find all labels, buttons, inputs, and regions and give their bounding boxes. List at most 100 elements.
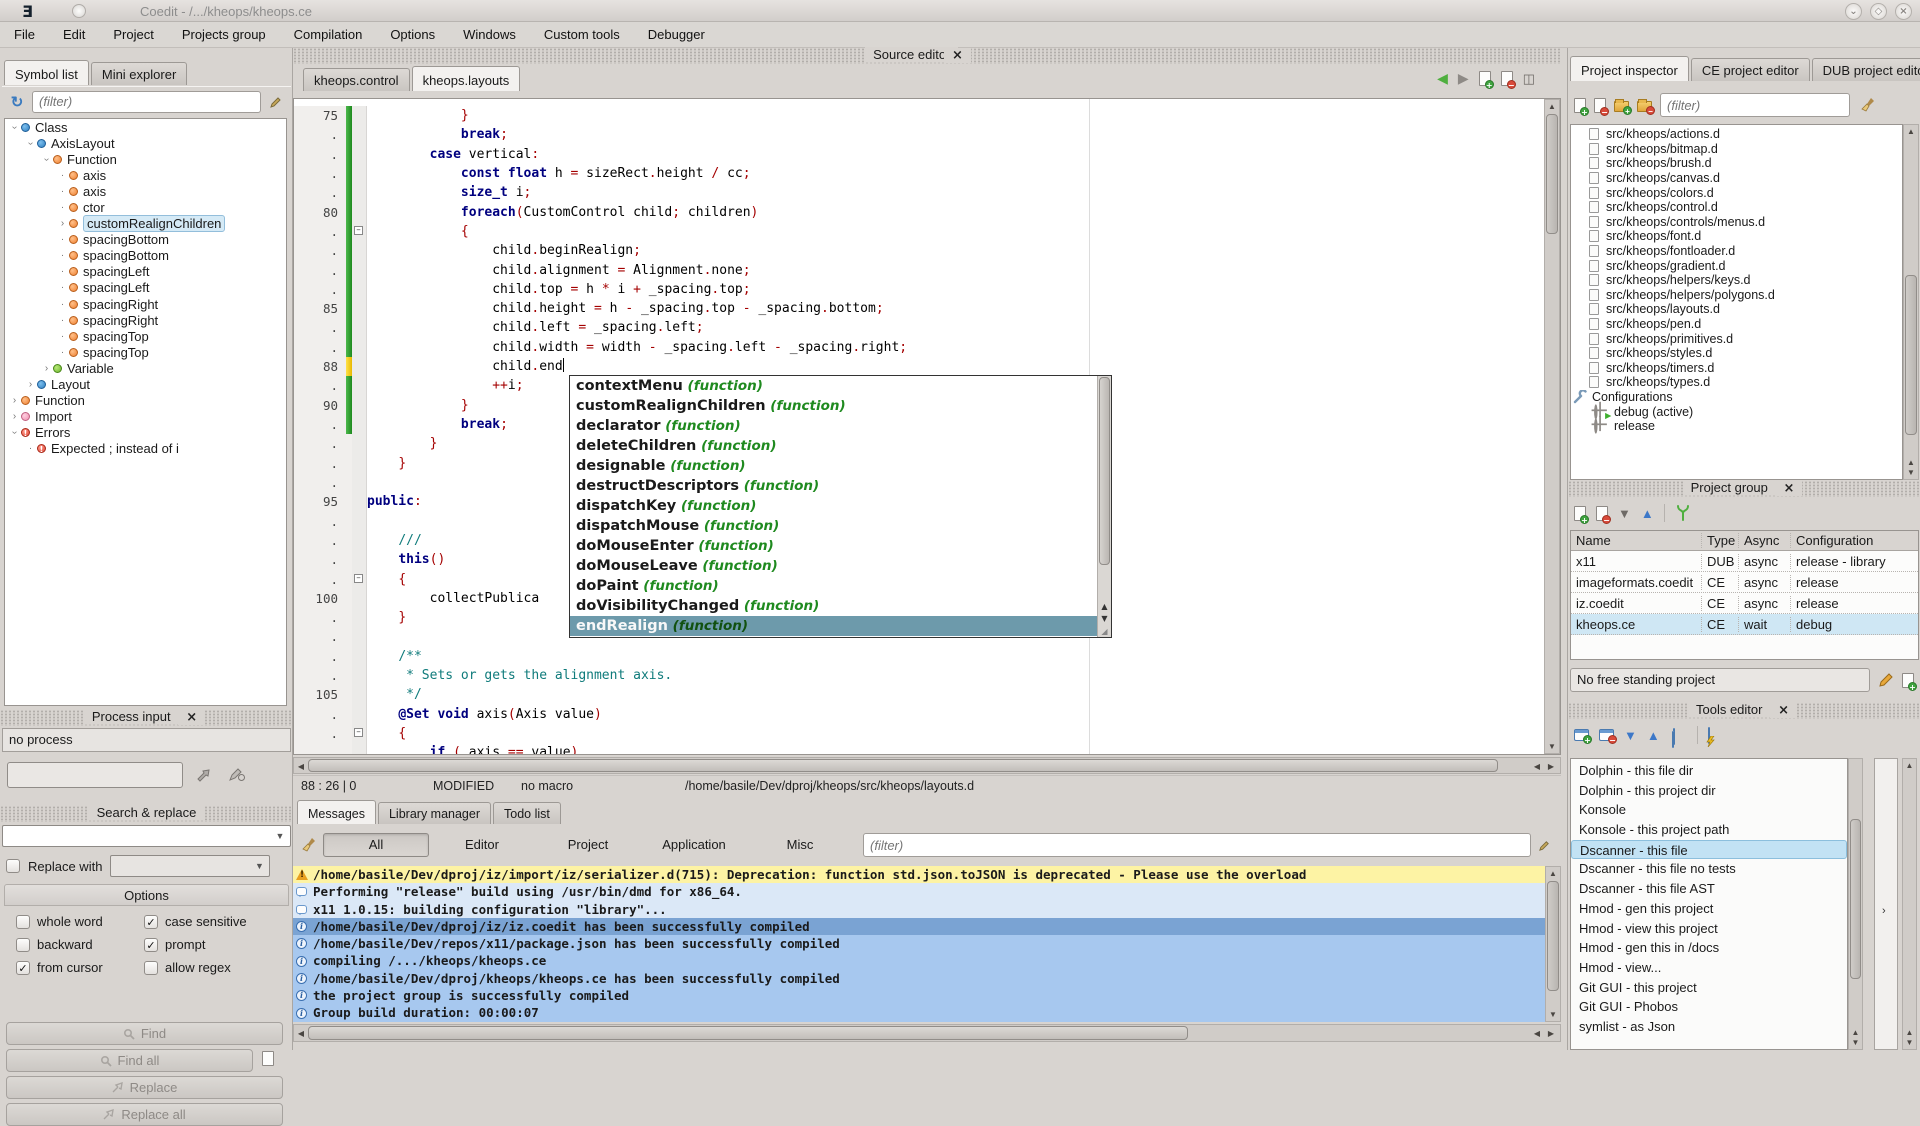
checkbox-case-sensitive[interactable]: ✓ <box>144 915 158 929</box>
tree-item[interactable]: ›customRealignChildren <box>5 216 286 232</box>
new-document-icon[interactable]: + <box>1479 71 1491 86</box>
project-row[interactable]: imageformats.coeditCEasyncrelease <box>1571 572 1918 593</box>
minimize-icon[interactable]: ⌄ <box>1845 3 1862 20</box>
completion-item[interactable]: doVisibilityChanged (function) <box>570 596 1111 616</box>
code-line[interactable]: . child.width = width - _spacing.left - … <box>294 338 1544 357</box>
close-icon[interactable]: × <box>944 48 971 63</box>
code-line[interactable]: . if (_axis == value) <box>294 743 1544 755</box>
project-row[interactable]: kheops.ceCEwaitdebug <box>1571 614 1918 635</box>
completion-item[interactable]: contextMenu (function) <box>570 376 1111 396</box>
find-all-button[interactable]: Find all <box>6 1049 253 1072</box>
add-file-icon[interactable]: + <box>1574 98 1586 113</box>
go-back-icon[interactable]: ◀ <box>1437 70 1448 87</box>
project-file-item[interactable]: src/kheops/timers.d <box>1571 361 1902 376</box>
project-file-item[interactable]: src/kheops/controls/menus.d <box>1571 215 1902 230</box>
close-icon[interactable]: × <box>1776 481 1803 496</box>
project-file-item[interactable]: src/kheops/types.d <box>1571 375 1902 390</box>
project-file-item[interactable]: src/kheops/helpers/keys.d <box>1571 273 1902 288</box>
code-line[interactable]: .− { <box>294 724 1544 743</box>
log-row[interactable]: Performing "release" build using /usr/bi… <box>293 883 1545 900</box>
configuration-item[interactable]: release <box>1571 419 1902 434</box>
tool-item[interactable]: Dscanner - this file AST <box>1571 879 1847 899</box>
tree-expander-icon[interactable]: › <box>9 395 20 406</box>
expand-icon[interactable]: › <box>1882 905 1886 917</box>
tool-item[interactable]: Git GUI - Phobos <box>1571 997 1847 1017</box>
tree-expander-icon[interactable]: › <box>41 363 52 374</box>
tab-ce-project-editor[interactable]: CE project editor <box>1691 58 1810 81</box>
code-line[interactable]: 85 child.height = h - _spacing.top - _sp… <box>294 299 1544 318</box>
completion-item[interactable]: doMouseEnter (function) <box>570 536 1111 556</box>
completion-item[interactable]: doPaint (function) <box>570 576 1111 596</box>
new-free-project-icon[interactable]: + <box>1902 673 1914 688</box>
process-input-field[interactable] <box>7 762 183 788</box>
maximize-icon[interactable]: ◇ <box>1870 3 1887 20</box>
remove-tool-icon[interactable]: − <box>1599 729 1614 741</box>
tool-item[interactable]: Dscanner - this file <box>1571 840 1847 860</box>
code-line[interactable]: . child.top = h * i + _spacing.top; <box>294 280 1544 299</box>
close-icon[interactable]: × <box>1770 703 1797 718</box>
filter-button-misc[interactable]: Misc <box>747 833 853 857</box>
tree-item[interactable]: ·spacingTop <box>5 344 286 360</box>
completion-item[interactable]: dispatchMouse (function) <box>570 516 1111 536</box>
code-line[interactable]: . size_t i; <box>294 183 1544 202</box>
fold-icon[interactable]: − <box>354 574 363 583</box>
go-forward-icon[interactable]: ▶ <box>1458 70 1469 87</box>
project-file-item[interactable]: src/kheops/actions.d <box>1571 127 1902 142</box>
code-line[interactable]: . child.beginRealign; <box>294 241 1544 260</box>
checkbox-whole-word[interactable] <box>16 915 30 929</box>
project-row[interactable]: iz.coeditCEasyncrelease <box>1571 593 1918 614</box>
column-header[interactable]: Async <box>1739 533 1791 548</box>
tree-item[interactable]: ·spacingLeft <box>5 280 286 296</box>
tree-expander-icon[interactable]: › <box>57 218 68 229</box>
log-vertical-scrollbar[interactable]: ▲ ▼ <box>1545 866 1561 1022</box>
tools-scrollbar[interactable]: ▲ ▼ <box>1848 758 1863 1050</box>
move-up-icon[interactable]: ▲ <box>1647 728 1660 743</box>
log-row[interactable]: i/home/basile/Dev/dproj/iz/iz.coedit has… <box>293 918 1545 935</box>
code-line[interactable]: . child.alignment = Alignment.none; <box>294 261 1544 280</box>
filter-button-all[interactable]: All <box>323 833 429 857</box>
code-line[interactable]: . const float h = sizeRect.height / cc; <box>294 164 1544 183</box>
checkbox-prompt[interactable]: ✓ <box>144 938 158 952</box>
replace-all-button[interactable]: Replace all <box>6 1103 283 1126</box>
completion-item[interactable]: endRealign (function) <box>570 616 1111 636</box>
editor-vertical-scrollbar[interactable]: ▲ ▼ <box>1544 99 1560 754</box>
tab-symbol-list[interactable]: Symbol list <box>4 60 89 85</box>
tree-expander-icon[interactable]: › <box>25 379 36 390</box>
tree-item[interactable]: ›AxisLayout <box>5 135 286 151</box>
edit-icon[interactable] <box>1878 672 1894 688</box>
menu-item-custom-tools[interactable]: Custom tools <box>530 24 634 45</box>
filter-button-application[interactable]: Application <box>641 833 747 857</box>
code-line[interactable]: 80 foreach(CustomControl child; children… <box>294 203 1544 222</box>
fold-icon[interactable]: − <box>354 728 363 737</box>
tool-item[interactable]: Konsole - this project path <box>1571 820 1847 840</box>
editor-tab-kheops-layouts[interactable]: kheops.layouts <box>412 66 521 91</box>
remove-folder-icon[interactable]: − <box>1637 101 1652 112</box>
project-file-item[interactable]: src/kheops/brush.d <box>1571 156 1902 171</box>
menu-item-project[interactable]: Project <box>99 24 167 45</box>
tree-item[interactable]: ›Layout <box>5 377 286 393</box>
menu-item-projects-group[interactable]: Projects group <box>168 24 280 45</box>
refresh-icon[interactable]: ↻ <box>6 92 28 112</box>
column-header[interactable]: Type <box>1702 533 1739 548</box>
app-menu-icon[interactable] <box>72 4 86 18</box>
close-icon[interactable]: × <box>178 710 205 725</box>
editor-horizontal-scrollbar[interactable]: ◀ ◀ ▶ <box>293 757 1561 774</box>
add-folder-icon[interactable]: + <box>1614 101 1629 112</box>
send-input-icon[interactable] <box>196 766 214 782</box>
project-file-item[interactable]: src/kheops/pen.d <box>1571 317 1902 332</box>
completion-item[interactable]: doMouseLeave (function) <box>570 556 1111 576</box>
tool-item[interactable]: Hmod - gen this in /docs <box>1571 938 1847 958</box>
symbol-filter-input[interactable] <box>32 91 261 113</box>
project-file-item[interactable]: src/kheops/fontloader.d <box>1571 244 1902 259</box>
tree-item[interactable]: ·spacingBottom <box>5 248 286 264</box>
project-file-item[interactable]: src/kheops/primitives.d <box>1571 331 1902 346</box>
tab-todo-list[interactable]: Todo list <box>493 802 561 824</box>
tool-item[interactable]: Dolphin - this file dir <box>1571 761 1847 781</box>
tree-expander-icon[interactable]: › <box>9 411 20 422</box>
code-line[interactable]: 75 } <box>294 106 1544 125</box>
close-icon[interactable]: × <box>1895 3 1912 20</box>
tree-item[interactable]: ·spacingTop <box>5 328 286 344</box>
tab-dub-project-editor[interactable]: DUB project editor <box>1812 58 1920 81</box>
tool-item[interactable]: Konsole <box>1571 800 1847 820</box>
tree-item[interactable]: ›Import <box>5 409 286 425</box>
